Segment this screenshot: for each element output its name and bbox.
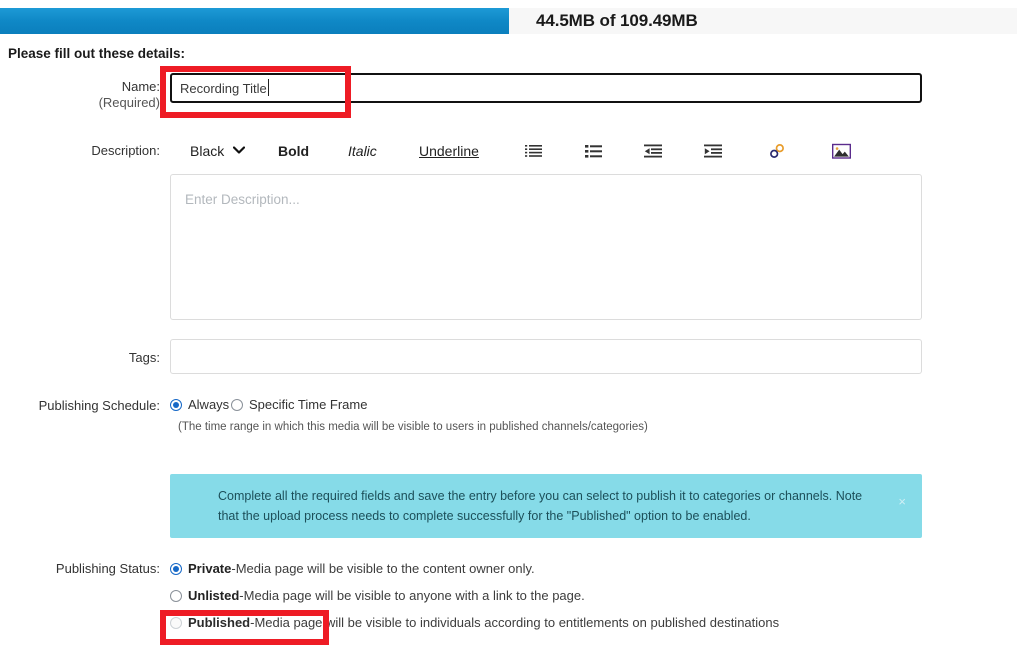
text-caret — [268, 79, 269, 96]
name-required-text: (Required) — [98, 95, 160, 110]
name-label-text: Name: — [121, 79, 160, 94]
status-option-published: Published - Media page will be visible t… — [170, 615, 779, 630]
radio-unlisted[interactable] — [170, 589, 182, 602]
italic-button[interactable]: Italic — [348, 138, 377, 164]
schedule-option-specific-time-frame[interactable]: Specific Time Frame — [231, 397, 367, 412]
status-unlisted-name: Unlisted — [188, 588, 240, 603]
text-color-value: Black — [190, 143, 225, 159]
info-alert-text: Complete all the required fields and sav… — [218, 489, 863, 523]
upload-progress-fill — [0, 8, 509, 34]
status-private-name: Private — [188, 561, 232, 576]
description-label: Description: — [91, 143, 160, 158]
radio-always[interactable] — [170, 398, 182, 411]
upload-progress-bar: 44.5MB of 109.49MB — [0, 8, 1017, 34]
description-textarea[interactable] — [170, 174, 922, 320]
publishing-status-label: Publishing Status: — [55, 561, 160, 576]
publishing-schedule-hint: (The time range in which this media will… — [178, 421, 648, 433]
bold-button[interactable]: Bold — [278, 138, 309, 164]
radio-specific-time-frame[interactable] — [231, 398, 243, 411]
tags-label: Tags: — [128, 350, 160, 365]
link-icon[interactable] — [766, 140, 788, 162]
schedule-option-always[interactable]: Always — [170, 397, 229, 412]
image-icon[interactable] — [830, 140, 852, 162]
name-label: Name: (Required) — [0, 79, 160, 111]
schedule-always-label: Always — [188, 397, 230, 412]
indent-icon[interactable] — [702, 140, 724, 162]
radio-private[interactable] — [170, 562, 182, 575]
status-published-description: Media page will be visible to individual… — [254, 615, 780, 630]
close-icon[interactable]: × — [898, 494, 906, 509]
page-title: Please fill out these details: — [8, 46, 186, 61]
underline-button[interactable]: Underline — [419, 138, 479, 164]
status-private-description: Media page will be visible to the conten… — [235, 561, 535, 576]
outdent-icon[interactable] — [642, 140, 664, 162]
info-alert: Complete all the required fields and sav… — [170, 474, 922, 538]
text-color-dropdown[interactable]: Black — [190, 138, 246, 164]
unordered-list-icon[interactable] — [582, 140, 604, 162]
rich-text-toolbar: Black Bold Italic Underline — [170, 138, 922, 166]
ordered-list-icon[interactable] — [522, 140, 544, 162]
upload-details-page: 44.5MB of 109.49MB Please fill out these… — [0, 0, 1017, 668]
status-published-name: Published — [188, 615, 251, 630]
chevron-down-icon — [233, 145, 246, 157]
schedule-specific-label: Specific Time Frame — [249, 397, 368, 412]
name-input[interactable] — [170, 73, 922, 103]
radio-published — [170, 616, 182, 629]
publishing-schedule-label: Publishing Schedule: — [38, 398, 160, 413]
tags-input[interactable] — [170, 339, 922, 374]
status-option-private[interactable]: Private - Media page will be visible to … — [170, 561, 535, 576]
upload-progress-label: 44.5MB of 109.49MB — [536, 11, 698, 30]
status-option-unlisted[interactable]: Unlisted - Media page will be visible to… — [170, 588, 585, 603]
status-unlisted-description: Media page will be visible to anyone wit… — [243, 588, 585, 603]
